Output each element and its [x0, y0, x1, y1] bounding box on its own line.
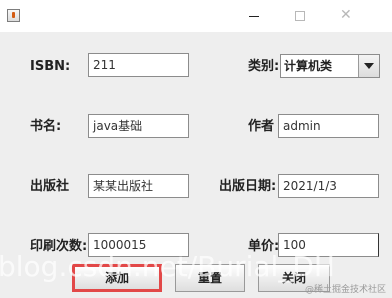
maximize-button[interactable] [277, 0, 323, 32]
close-icon: ✕ [340, 7, 352, 23]
author-field[interactable]: admin [278, 114, 379, 138]
category-dropdown-button[interactable] [358, 55, 379, 77]
chevron-down-icon [364, 63, 374, 69]
category-select-value: 计算机类 [284, 59, 333, 73]
isbn-label: ISBN: [30, 59, 71, 74]
print-count-field[interactable]: 1000015 [88, 233, 189, 257]
category-label: 类别: [248, 59, 280, 74]
maximize-icon [295, 11, 305, 21]
reset-button[interactable]: 重置 [175, 264, 245, 292]
site-badge: @稀土掘金技术社区 [304, 285, 386, 295]
java-icon [7, 9, 20, 22]
author-label: 作者 [248, 119, 275, 134]
book-name-field[interactable]: java基础 [88, 114, 189, 138]
publisher-field[interactable]: 某某出版社 [88, 174, 189, 198]
publish-date-field[interactable]: 2021/1/3 [278, 174, 379, 198]
price-field[interactable]: 100 [278, 233, 379, 257]
add-button[interactable]: 添加 [72, 264, 162, 292]
book-name-label: 书名: [30, 119, 62, 134]
print-count-label: 印刷次数: [30, 239, 88, 254]
minimize-icon [249, 16, 259, 17]
minimize-button[interactable] [231, 0, 277, 32]
isbn-field[interactable]: 211 [88, 53, 189, 77]
publish-date-label: 出版日期: [219, 179, 277, 194]
price-label: 单价: [248, 239, 280, 254]
publisher-label: 出版社 [30, 179, 70, 194]
close-window-button[interactable]: ✕ [323, 0, 369, 32]
title-bar: ✕ [0, 0, 392, 32]
book-add-window: ✕ ISBN: 211 类别: 计算机类 书名: java基础 作者 admin… [0, 0, 392, 298]
category-select[interactable]: 计算机类 [280, 54, 380, 78]
